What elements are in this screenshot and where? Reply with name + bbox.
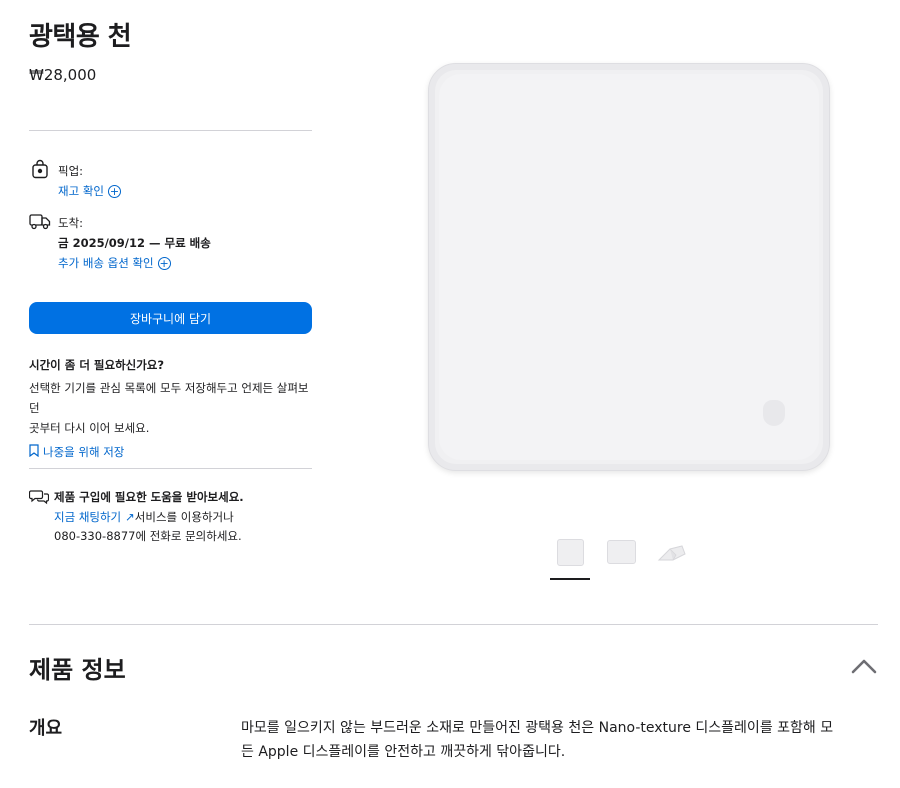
check-stock-label: 재고 확인 (58, 184, 104, 198)
plus-circle-icon: + (157, 256, 171, 270)
thumb-front-image (556, 538, 584, 566)
help-section: 제품 구입에 필요한 도움을 받아보세요. 지금 채팅하기 ↗ 서비스를 이용하거… (29, 486, 244, 545)
chat-now-link[interactable]: 지금 채팅하기 ↗ (54, 508, 135, 526)
overview-label: 개요 (29, 718, 63, 739)
product-image (428, 63, 830, 471)
save-later-heading: 시간이 좀 더 필요하신가요? (29, 358, 165, 372)
thumb-folded-image (657, 545, 686, 561)
product-info-title: 제품 정보 (29, 656, 126, 684)
bookmark-icon (29, 444, 39, 460)
more-delivery-options-label: 추가 배송 옵션 확인 (58, 256, 154, 270)
shopping-bag-icon (29, 158, 51, 180)
chat-bubbles-icon (29, 486, 49, 508)
delivery-section: 도착: 금 2025/09/12 — 무료 배송 추가 배송 옵션 확인 + (29, 210, 211, 271)
plus-circle-icon: + (107, 184, 121, 198)
thumbnail-selected-indicator (550, 578, 590, 580)
divider (29, 130, 312, 131)
thumbnail-front[interactable] (550, 535, 590, 569)
chat-now-label: 지금 채팅하기 (54, 510, 122, 524)
product-price: ₩28,000 (29, 66, 97, 84)
product-title: 광택용 천 (29, 22, 132, 52)
check-stock-link[interactable]: 재고 확인 + (58, 183, 121, 199)
thumb-flat-image (606, 540, 636, 564)
delivery-truck-icon (29, 210, 51, 232)
polishing-cloth-surface (439, 74, 819, 460)
save-later-line1: 선택한 기기를 관심 목록에 모두 저장해두고 언제든 살펴보던 (29, 381, 309, 415)
save-for-later-link[interactable]: 나중을 위해 저장 (29, 444, 124, 460)
thumbnail-flat[interactable] (601, 535, 641, 569)
thumbnail-folded[interactable] (652, 535, 692, 569)
external-arrow-icon: ↗ (125, 510, 135, 524)
help-phone-line: 080-330-8877에 전화로 문의하세요. (54, 529, 242, 543)
divider (29, 624, 878, 625)
save-later-line2: 곳부터 다시 이어 보세요. (29, 421, 150, 435)
overview-text: 마모를 일으키지 않는 부드러운 소재로 만들어진 광택용 천은 Nano-te… (241, 720, 834, 760)
divider (29, 468, 312, 469)
add-to-bag-button[interactable]: 장바구니에 담기 (29, 302, 312, 334)
apple-logo-icon (763, 400, 785, 426)
delivery-label: 도착: (58, 216, 84, 230)
more-delivery-options-link[interactable]: 추가 배송 옵션 확인 + (58, 255, 171, 271)
help-after-chat-text: 서비스를 이용하거나 (134, 510, 234, 524)
save-later-section: 시간이 좀 더 필요하신가요? 선택한 기기를 관심 목록에 모두 저장해두고 … (29, 356, 319, 461)
help-heading: 제품 구입에 필요한 도움을 받아보세요. (54, 490, 244, 504)
chevron-up-icon[interactable] (850, 656, 878, 676)
pickup-section: 픽업: 재고 확인 + (29, 158, 121, 199)
gallery-thumbnails (550, 535, 692, 569)
pickup-label: 픽업: (58, 164, 84, 178)
help-chat-line: 지금 채팅하기 ↗ 서비스를 이용하거나 (54, 508, 244, 526)
save-for-later-label: 나중을 위해 저장 (43, 445, 125, 459)
delivery-date: 금 2025/09/12 — 무료 배송 (58, 236, 211, 250)
